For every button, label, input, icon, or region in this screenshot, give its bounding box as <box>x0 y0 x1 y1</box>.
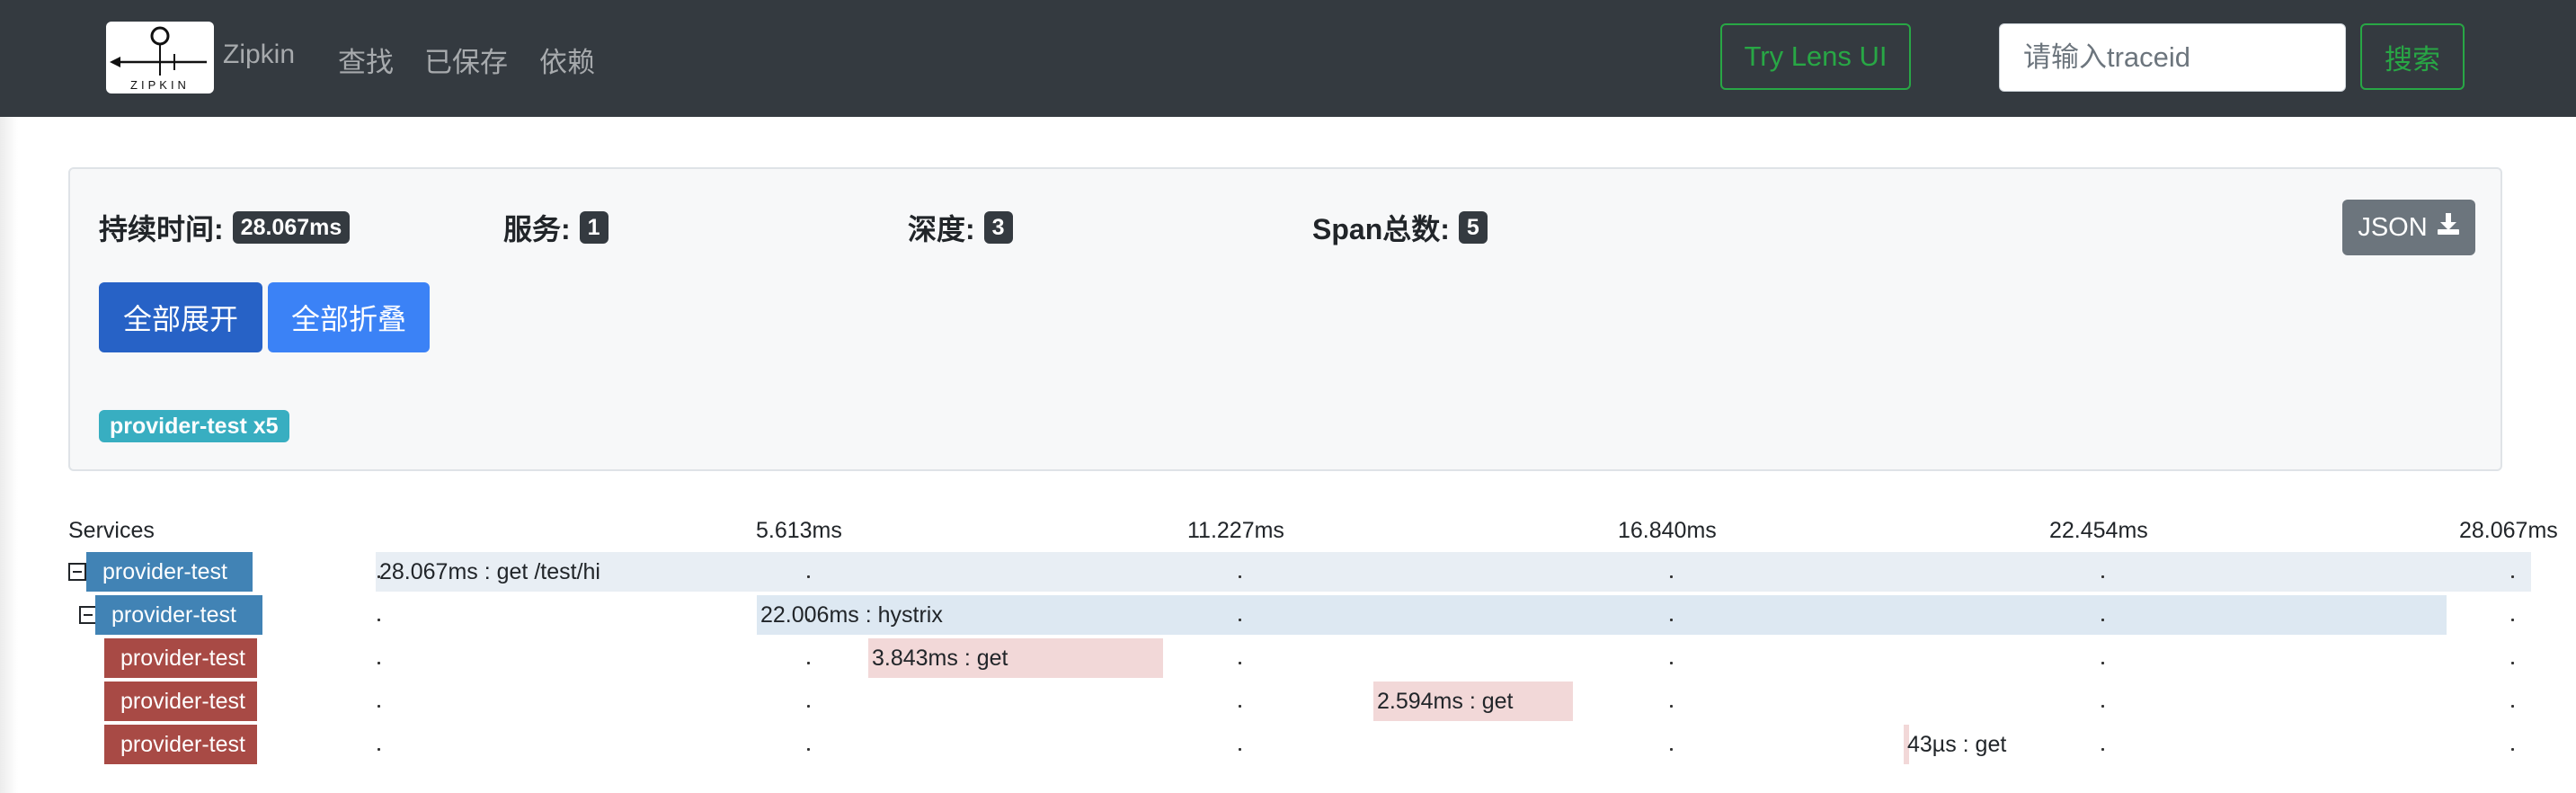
timeline-tick-mark <box>2101 619 2104 621</box>
services-badge: 1 <box>579 211 608 244</box>
span-service-label: provider-test <box>104 682 257 721</box>
timeline-tick-mark <box>807 748 810 751</box>
traceid-search-input[interactable] <box>1999 23 2346 92</box>
collapse-all-button[interactable]: 全部折叠 <box>268 282 430 352</box>
svg-text:ZIPKIN: ZIPKIN <box>130 78 190 92</box>
timeline-tick-mark <box>2101 575 2104 578</box>
timeline-tick-mark <box>378 662 380 664</box>
span-row[interactable]: provider-test 43µs : get <box>0 725 2576 764</box>
timeline-tick-mark <box>1239 705 1241 708</box>
span-total-badge: 5 <box>1458 211 1488 244</box>
span-row[interactable]: provider-test 2.594ms : get <box>0 682 2576 721</box>
span-duration-label: 2.594ms : get <box>1377 688 1514 714</box>
duration-badge: 28.067ms <box>232 211 351 244</box>
timeline-tick-mark <box>807 705 810 708</box>
zipkin-logo[interactable]: ZIPKIN <box>106 22 214 94</box>
span-service-label: provider-test <box>104 725 257 764</box>
nav-link-dependencies[interactable]: 依赖 <box>539 40 595 80</box>
timeline-tick-mark <box>2511 575 2514 578</box>
collapse-toggle-icon[interactable] <box>79 606 97 624</box>
download-icon <box>2437 212 2460 243</box>
nav-link-saved[interactable]: 已保存 <box>424 40 508 80</box>
span-bar <box>376 552 2531 592</box>
timeline-tick-mark <box>378 705 380 708</box>
timeline-tick-mark <box>378 748 380 751</box>
timeline-tick-mark <box>1239 748 1241 751</box>
duration-stat: 持续时间: 28.067ms <box>99 207 351 248</box>
depth-stat: 深度: 3 <box>908 207 1013 248</box>
timeline-tick-mark <box>1239 619 1241 621</box>
timeline-tick-mark <box>378 619 380 621</box>
span-service-label: provider-test <box>95 595 262 635</box>
collapse-toggle-icon[interactable] <box>68 563 86 581</box>
expand-all-button[interactable]: 全部展开 <box>99 282 262 352</box>
timeline-tick-mark <box>1670 662 1673 664</box>
service-filter-tag[interactable]: provider-test x5 <box>99 410 289 442</box>
timeline-tick-mark <box>1239 575 1241 578</box>
top-navbar: ZIPKIN Zipkin 查找 已保存 依赖 Try Lens UI 搜索 <box>0 0 2576 117</box>
nav-link-find[interactable]: 查找 <box>338 40 394 80</box>
span-duration-label: 28.067ms : get /test/hi <box>379 558 600 584</box>
depth-badge: 3 <box>983 211 1013 244</box>
brand-name[interactable]: Zipkin <box>223 40 295 70</box>
timeline-tick-mark <box>2511 662 2514 664</box>
services-stat: 服务: 1 <box>503 207 608 248</box>
timeline-tick-label: 28.067ms <box>2459 518 2558 543</box>
span-row[interactable]: provider-test 28.067ms : get /test/hi <box>0 552 2576 592</box>
span-bar <box>757 595 2447 635</box>
timeline-tick-mark <box>1670 575 1673 578</box>
services-column-header: Services <box>68 518 155 543</box>
span-duration-label: 22.006ms : hystrix <box>760 601 943 628</box>
depth-label: 深度: <box>908 213 975 245</box>
span-duration-label: 3.843ms : get <box>872 645 1008 671</box>
span-duration-label: 43µs : get <box>1907 731 2007 757</box>
timeline-tick-label: 22.454ms <box>2049 518 2148 543</box>
timeline-tick-mark <box>1670 705 1673 708</box>
span-service-label: provider-test <box>104 638 257 678</box>
duration-label: 持续时间: <box>99 213 224 245</box>
span-total-stat: Span总数: 5 <box>1312 207 1488 248</box>
timeline-tick-mark <box>1670 748 1673 751</box>
span-total-label: Span总数: <box>1312 213 1450 245</box>
timeline-tick-mark <box>1670 619 1673 621</box>
trace-summary-card: 持续时间: 28.067ms 服务: 1 深度: 3 Span总数: 5 JSO… <box>68 167 2502 471</box>
timeline-tick-label: 5.613ms <box>756 518 842 543</box>
timeline-tick-mark <box>378 575 380 578</box>
timeline-tick-mark <box>2511 705 2514 708</box>
json-download-button[interactable]: JSON <box>2342 200 2475 255</box>
search-button[interactable]: 搜索 <box>2360 23 2465 90</box>
timeline-tick-mark <box>2101 662 2104 664</box>
span-service-label: provider-test <box>86 552 253 592</box>
timeline-tick-mark <box>2511 748 2514 751</box>
timeline-tick-mark <box>2101 748 2104 751</box>
timeline-tick-mark <box>807 662 810 664</box>
timeline-tick-label: 11.227ms <box>1187 518 1284 543</box>
span-row[interactable]: provider-test 22.006ms : hystrix <box>0 595 2576 635</box>
timeline-tick-mark <box>2101 705 2104 708</box>
timeline-tick-mark <box>2511 619 2514 621</box>
timeline-tick-mark <box>1239 662 1241 664</box>
json-button-label: JSON <box>2358 212 2428 242</box>
try-lens-ui-button[interactable]: Try Lens UI <box>1720 23 1911 90</box>
timeline-tick-label: 16.840ms <box>1618 518 1717 543</box>
timeline-tick-mark <box>807 575 810 578</box>
timeline-tick-mark <box>807 619 810 621</box>
span-row[interactable]: provider-test 3.843ms : get <box>0 638 2576 678</box>
services-label: 服务: <box>503 213 571 245</box>
